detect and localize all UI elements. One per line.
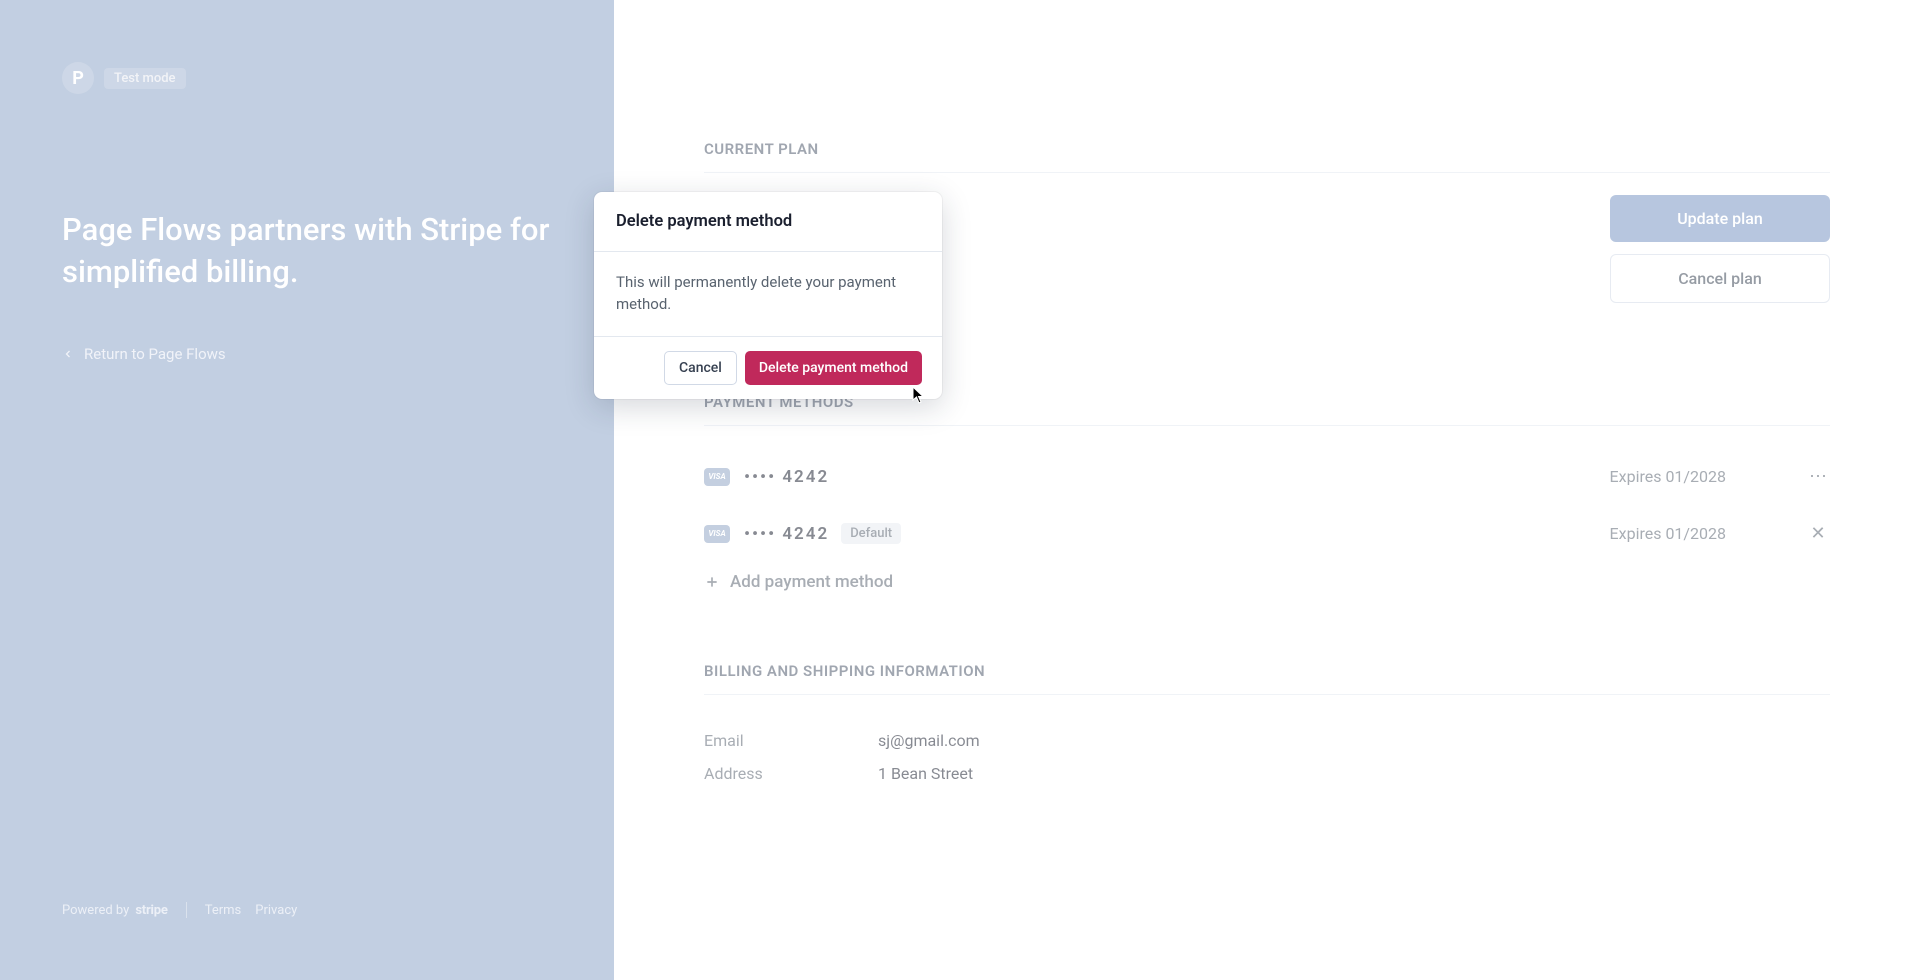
modal-footer: Cancel Delete payment method [594,337,942,399]
modal-body: This will permanently delete your paymen… [594,252,942,337]
cancel-button[interactable]: Cancel [664,351,737,385]
modal-header: Delete payment method [594,192,942,252]
delete-payment-modal: Delete payment method This will permanen… [594,192,942,399]
modal-title: Delete payment method [616,212,920,231]
modal-overlay [0,0,1920,980]
delete-payment-method-button[interactable]: Delete payment method [745,351,922,385]
